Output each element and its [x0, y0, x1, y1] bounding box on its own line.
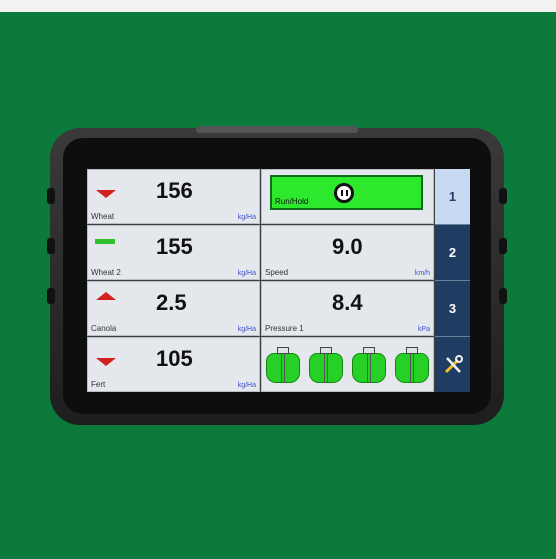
rate-increase-icon	[96, 292, 116, 300]
product-rate-value: 2.5	[156, 290, 187, 315]
product-rate-value: 156	[156, 178, 193, 203]
side-ridge	[499, 238, 507, 254]
tab-label: 1	[448, 189, 457, 204]
rate-hold-icon	[95, 239, 115, 244]
run-hold-tile: Run/Hold	[261, 169, 434, 224]
speed-tile[interactable]: 9.0 Speed km/h	[261, 225, 434, 280]
product-name: Wheat	[91, 212, 115, 221]
side-ridge	[47, 188, 55, 204]
product-unit: kg/Ha	[237, 382, 256, 389]
rate-decrease-icon	[96, 190, 116, 198]
speed-unit: km/h	[414, 270, 430, 277]
product-tile-canola[interactable]: 2.5 Canola kg/Ha	[87, 281, 260, 336]
side-ridge	[499, 288, 507, 304]
speed-label: Speed	[265, 268, 289, 277]
run-hold-label: Run/Hold	[275, 197, 309, 206]
tab-2[interactable]: 2	[435, 225, 470, 281]
tank-icon	[352, 347, 386, 387]
pressure-tile[interactable]: 8.4 Pressure 1 kPa	[261, 281, 434, 336]
product-unit: kg/Ha	[237, 214, 256, 221]
device-notch	[196, 126, 358, 133]
product-rate-value: 155	[156, 234, 193, 259]
pressure-unit: kPa	[417, 326, 430, 333]
top-strip	[0, 0, 556, 12]
pause-icon	[334, 183, 354, 203]
display-screen: 156 Wheat kg/Ha 155 Wheat 2 kg/Ha 2.5 Ca…	[87, 169, 470, 392]
product-tile-wheat[interactable]: 156 Wheat kg/Ha	[87, 169, 260, 224]
side-ridge	[47, 238, 55, 254]
run-hold-button[interactable]: Run/Hold	[270, 175, 423, 210]
tab-1[interactable]: 1	[435, 169, 470, 225]
product-rate-value: 105	[156, 346, 193, 371]
tab-label: 2	[448, 245, 457, 260]
side-ridge	[499, 188, 507, 204]
tools-icon	[444, 354, 463, 373]
tab-label: 3	[448, 301, 457, 316]
tank-icon	[395, 347, 429, 387]
tank-levels-tile[interactable]	[261, 337, 434, 392]
product-name: Wheat 2	[91, 268, 121, 277]
tab-tools[interactable]	[435, 337, 470, 392]
product-unit: kg/Ha	[237, 326, 256, 333]
tank-icon	[309, 347, 343, 387]
tab-3[interactable]: 3	[435, 281, 470, 337]
side-ridge	[47, 288, 55, 304]
pressure-value: 8.4	[332, 290, 363, 315]
product-name: Canola	[91, 324, 117, 333]
pressure-label: Pressure 1	[265, 324, 304, 333]
product-unit: kg/Ha	[237, 270, 256, 277]
tank-icon	[266, 347, 300, 387]
rate-decrease-icon	[96, 358, 116, 366]
product-tile-wheat-2[interactable]: 155 Wheat 2 kg/Ha	[87, 225, 260, 280]
speed-value: 9.0	[332, 234, 363, 259]
product-tile-fert[interactable]: 105 Fert kg/Ha	[87, 337, 260, 392]
product-name: Fert	[91, 380, 106, 389]
